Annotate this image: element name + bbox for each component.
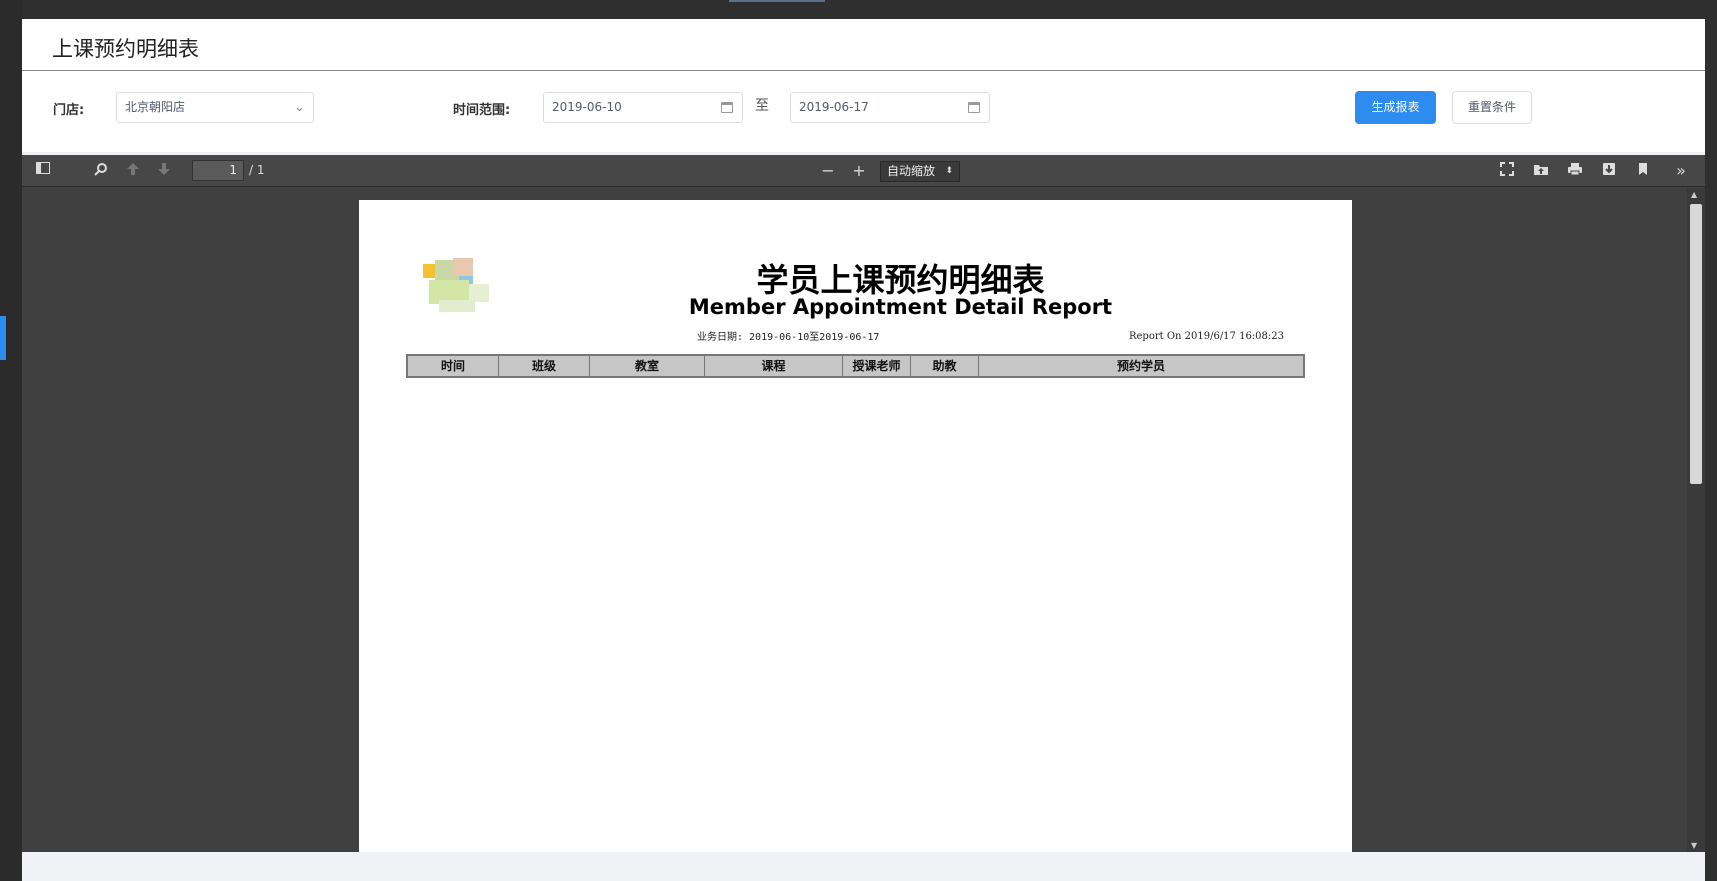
range-separator: 至 <box>755 98 769 114</box>
calendar-icon <box>721 102 733 113</box>
pdf-page: 学员上课预约明细表 Member Appointment Detail Repo… <box>359 200 1352 852</box>
report-title-en: Member Appointment Detail Report <box>688 295 1113 319</box>
zoom-select[interactable]: 自动缩放 ⬍ <box>880 161 960 182</box>
start-date-input[interactable]: 2019-06-10 <box>543 92 743 123</box>
time-range-label: 时间范围: <box>453 103 511 118</box>
end-date-value: 2019-06-17 <box>799 100 869 114</box>
chevron-down-icon: ⌄ <box>294 100 305 115</box>
store-select-value: 北京朝阳店 <box>125 100 186 114</box>
title-divider <box>22 70 1705 71</box>
store-label: 门店: <box>53 103 85 118</box>
report-table-header: 时间 班级 教室 课程 授课老师 助教 预约学员 <box>406 354 1305 378</box>
pdf-toolbar: 1 / 1 − + 自动缩放 ⬍ » <box>22 155 1705 187</box>
scroll-down-arrow-icon[interactable]: ▼ <box>1691 841 1697 850</box>
sidebar-toggle-icon[interactable] <box>34 162 52 180</box>
zoom-select-value: 自动缩放 <box>887 164 936 178</box>
report-timestamp: Report On 2019/6/17 16:08:23 <box>1128 331 1284 342</box>
report-business-date: 业务日期: 2019-06-10至2019-06-17 <box>697 332 880 343</box>
column-header: 班级 <box>499 356 590 376</box>
scroll-thumb[interactable] <box>1690 204 1702 484</box>
pdf-viewer: 1 / 1 − + 自动缩放 ⬍ » 学员上课预约明细表 Member Appo… <box>22 155 1705 852</box>
column-header: 课程 <box>705 356 843 376</box>
column-header: 助教 <box>911 356 979 376</box>
next-page-icon[interactable] <box>155 162 173 180</box>
zoom-out-button[interactable]: − <box>819 162 837 180</box>
previous-page-icon[interactable] <box>124 162 142 180</box>
column-header: 预约学员 <box>1116 359 1165 373</box>
bookmark-icon[interactable] <box>1634 162 1652 180</box>
open-file-icon[interactable] <box>1532 162 1550 180</box>
active-indicator <box>0 316 6 360</box>
page-number-input[interactable]: 1 <box>192 160 244 181</box>
column-header: 授课老师 <box>843 356 911 376</box>
scroll-up-arrow-icon[interactable]: ▲ <box>1691 190 1697 199</box>
page-title: 上课预约明细表 <box>52 37 199 61</box>
search-icon[interactable] <box>92 162 110 180</box>
store-select[interactable]: 北京朝阳店 ⌄ <box>116 92 314 123</box>
reset-filters-button[interactable]: 重置条件 <box>1452 91 1532 124</box>
filter-card: 上课预约明细表 门店: 北京朝阳店 ⌄ 时间范围: 2019-06-10 至 2… <box>22 19 1705 152</box>
content-frame: 上课预约明细表 门店: 北京朝阳店 ⌄ 时间范围: 2019-06-10 至 2… <box>22 19 1705 881</box>
end-date-input[interactable]: 2019-06-17 <box>790 92 990 123</box>
presentation-mode-icon[interactable] <box>1498 162 1516 180</box>
column-header: 教室 <box>590 356 705 376</box>
vertical-scrollbar[interactable]: ▲ ▼ <box>1687 188 1705 852</box>
page-count: / 1 <box>249 163 265 177</box>
tools-menu-icon[interactable]: » <box>1672 162 1690 180</box>
print-icon[interactable] <box>1566 162 1584 180</box>
start-date-value: 2019-06-10 <box>552 100 622 114</box>
updown-arrow-icon: ⬍ <box>945 166 953 176</box>
left-edge-strip <box>0 0 22 881</box>
top-accent-bar <box>729 0 825 2</box>
zoom-in-button[interactable]: + <box>850 162 868 180</box>
calendar-icon <box>968 102 980 113</box>
generate-report-button[interactable]: 生成报表 <box>1355 91 1436 124</box>
download-icon[interactable] <box>1600 162 1618 180</box>
column-header: 时间 <box>408 356 499 376</box>
